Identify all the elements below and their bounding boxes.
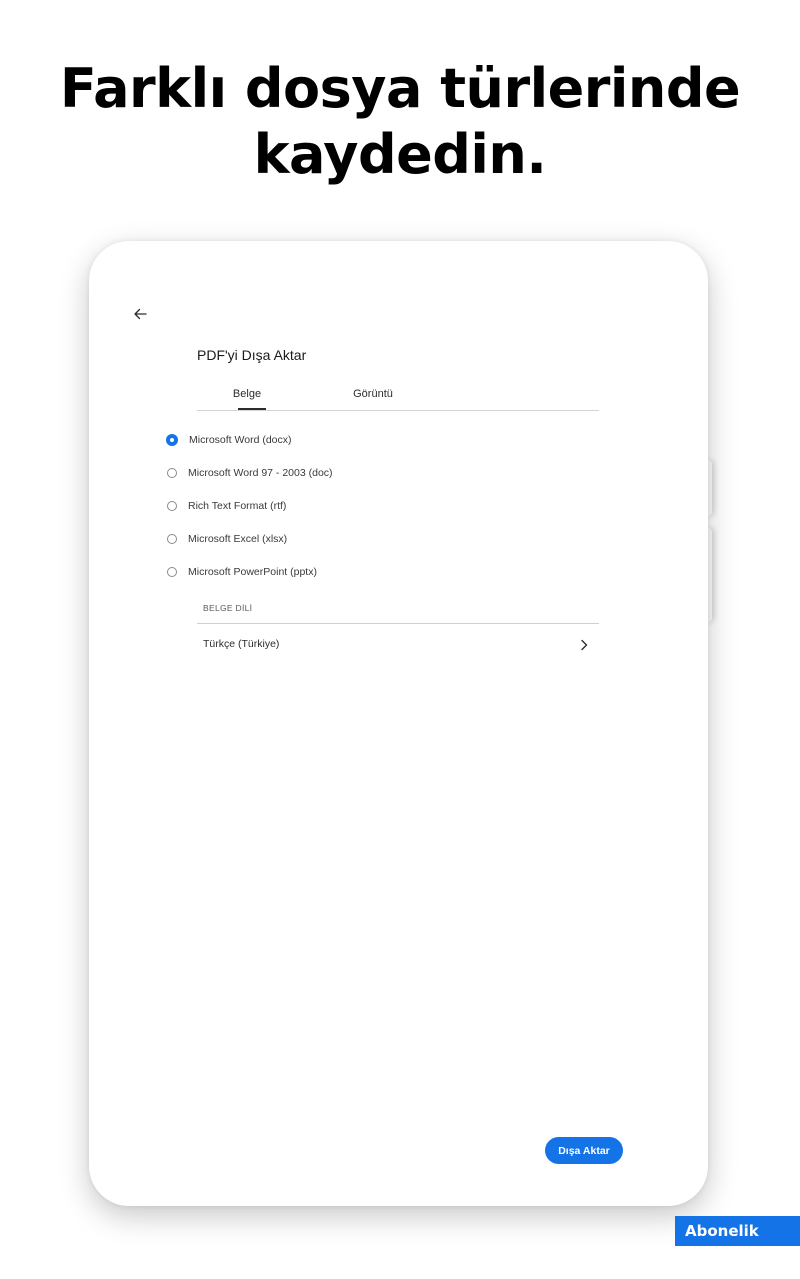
radio-unselected[interactable] [167,533,177,544]
radio-selected[interactable] [166,433,178,446]
chevron-right-icon [581,639,588,651]
tab-document[interactable]: Belge [229,388,265,400]
dialog-title: PDF'yi Dışa Aktar [197,347,307,363]
format-option-docx[interactable]: Microsoft Word (docx) [166,423,333,456]
document-language-row[interactable]: Türkçe (Türkiye) [197,630,599,660]
document-language-value: Türkçe (Türkiye) [203,638,280,650]
format-option-rtf[interactable]: Rich Text Format (rtf) [167,489,333,522]
format-option-label: Rich Text Format (rtf) [188,499,287,512]
format-option-label: Microsoft Excel (xlsx) [188,532,288,545]
screen: Farklı dosya türlerinde kaydedin. PDF'yi… [0,0,800,1279]
document-language-header: BELGE DİLİ [197,598,599,624]
format-option-label: Microsoft Word 97 - 2003 (doc) [188,466,333,479]
format-option-label: Microsoft PowerPoint (pptx) [188,565,317,578]
format-options: Microsoft Word (docx) Microsoft Word 97 … [166,423,333,588]
radio-unselected[interactable] [167,500,177,511]
headline-line-1: Farklı dosya türlerinde [59,57,741,120]
back-button[interactable] [129,305,151,323]
export-button[interactable]: Dışa Aktar [545,1137,623,1164]
tablet-frame: PDF'yi Dışa Aktar Belge Görüntü Microsof… [89,241,708,1206]
subscription-badge: Abonelik [675,1216,800,1246]
format-option-doc[interactable]: Microsoft Word 97 - 2003 (doc) [167,456,333,489]
radio-unselected[interactable] [167,467,177,478]
tab-image[interactable]: Görüntü [345,388,401,400]
headline-line-2: kaydedin. [253,123,547,186]
tab-bar: Belge Görüntü [197,379,599,411]
format-option-label: Microsoft Word (docx) [189,433,292,446]
arrow-left-icon [134,308,147,320]
section-header-label: BELGE DİLİ [203,603,253,613]
headline: Farklı dosya türlerinde kaydedin. [0,56,800,188]
format-option-pptx[interactable]: Microsoft PowerPoint (pptx) [167,555,333,588]
radio-unselected[interactable] [167,566,177,577]
tab-selected-indicator [238,408,266,410]
format-option-xlsx[interactable]: Microsoft Excel (xlsx) [167,522,333,555]
